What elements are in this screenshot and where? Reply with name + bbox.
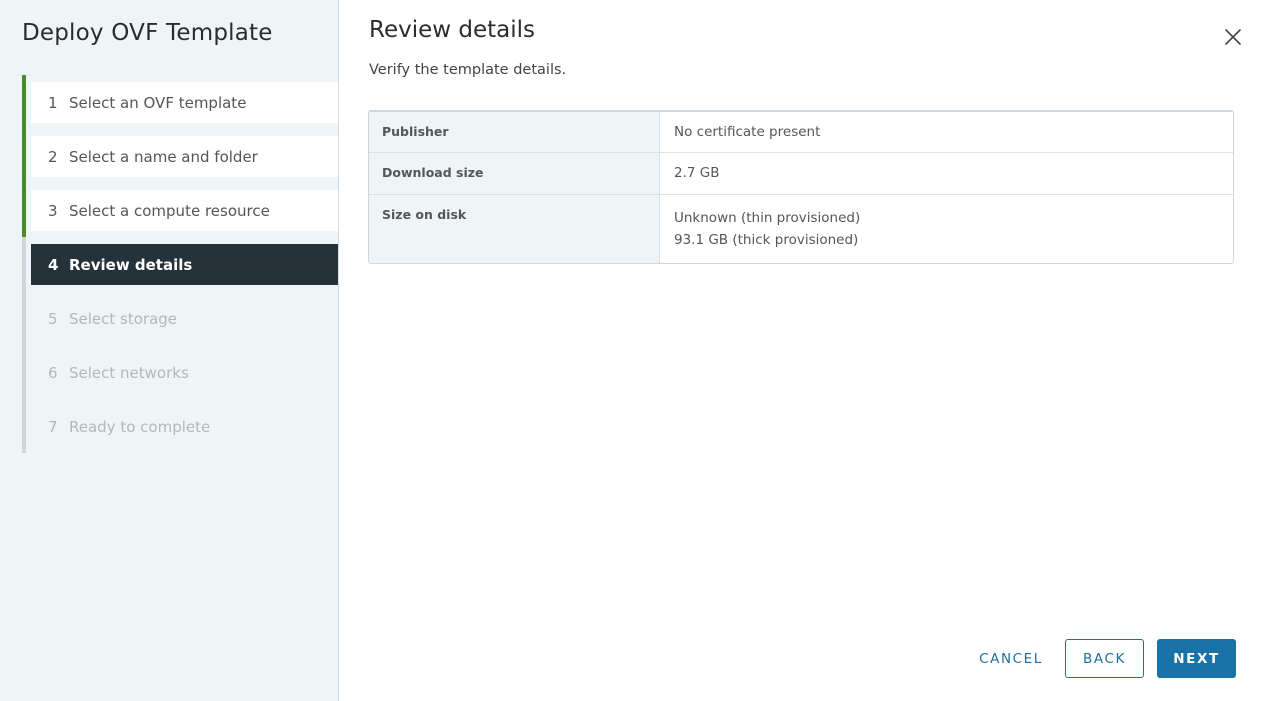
step-rail xyxy=(22,237,26,291)
step-card[interactable]: 1 Select an OVF template xyxy=(31,82,338,123)
step-label: Select an OVF template xyxy=(69,93,247,112)
table-row: Size on disk Unknown (thin provisioned) … xyxy=(369,195,1233,263)
step-card[interactable]: 2 Select a name and folder xyxy=(31,136,338,177)
step-label: Select storage xyxy=(69,309,178,328)
table-row: Publisher No certificate present xyxy=(369,112,1233,153)
close-button[interactable] xyxy=(1223,27,1243,47)
step-card[interactable]: 3 Select a compute resource xyxy=(31,190,338,231)
step-7: 7 Ready to complete xyxy=(22,399,338,453)
step-number: 5 xyxy=(48,309,58,328)
step-number: 1 xyxy=(48,93,58,112)
step-rail xyxy=(22,399,26,453)
detail-value-line: Unknown (thin provisioned) xyxy=(674,210,861,226)
step-2[interactable]: 2 Select a name and folder xyxy=(22,129,338,183)
detail-value: No certificate present xyxy=(660,112,1233,152)
step-number: 7 xyxy=(48,417,58,436)
step-rail xyxy=(22,129,26,183)
step-rail xyxy=(22,183,26,237)
step-number: 2 xyxy=(48,147,58,166)
step-5: 5 Select storage xyxy=(22,291,338,345)
step-label: Select a compute resource xyxy=(69,201,270,220)
step-number: 3 xyxy=(48,201,58,220)
step-card[interactable]: 4 Review details xyxy=(31,244,338,285)
step-4[interactable]: 4 Review details xyxy=(22,237,338,291)
detail-key: Publisher xyxy=(369,112,660,152)
step-number: 4 xyxy=(48,255,59,274)
table-row: Download size 2.7 GB xyxy=(369,153,1233,195)
deploy-ovf-wizard: Deploy OVF Template 1 Select an OVF temp… xyxy=(0,0,1262,701)
step-list: 1 Select an OVF template 2 Select a name… xyxy=(22,75,338,453)
page-subtitle: Verify the template details. xyxy=(369,62,567,78)
step-card: 7 Ready to complete xyxy=(31,406,338,447)
step-rail xyxy=(22,75,26,129)
detail-value: Unknown (thin provisioned) 93.1 GB (thic… xyxy=(660,195,1233,263)
back-button[interactable]: BACK xyxy=(1065,639,1144,678)
detail-value-line: 2.7 GB xyxy=(674,165,720,181)
detail-key: Download size xyxy=(369,153,660,194)
detail-value-line: No certificate present xyxy=(674,124,821,140)
step-rail xyxy=(22,291,26,345)
step-card: 6 Select networks xyxy=(31,352,338,393)
page-title: Review details xyxy=(369,17,535,43)
wizard-content: Review details Verify the template detai… xyxy=(339,0,1262,701)
cancel-button[interactable]: CANCEL xyxy=(971,639,1051,678)
next-button[interactable]: NEXT xyxy=(1157,639,1236,678)
step-6: 6 Select networks xyxy=(22,345,338,399)
step-1[interactable]: 1 Select an OVF template xyxy=(22,75,338,129)
step-label: Review details xyxy=(69,255,193,274)
wizard-sidebar: Deploy OVF Template 1 Select an OVF temp… xyxy=(0,0,339,701)
step-label: Ready to complete xyxy=(69,417,211,436)
detail-value: 2.7 GB xyxy=(660,153,1233,194)
details-table: Publisher No certificate present Downloa… xyxy=(368,110,1234,264)
close-icon xyxy=(1225,29,1241,45)
detail-key: Size on disk xyxy=(369,195,660,263)
step-card: 5 Select storage xyxy=(31,298,338,339)
step-label: Select networks xyxy=(69,363,189,382)
detail-value-line: 93.1 GB (thick provisioned) xyxy=(674,232,859,248)
step-3[interactable]: 3 Select a compute resource xyxy=(22,183,338,237)
step-number: 6 xyxy=(48,363,58,382)
step-rail xyxy=(22,345,26,399)
wizard-title: Deploy OVF Template xyxy=(22,20,273,46)
step-label: Select a name and folder xyxy=(69,147,258,166)
